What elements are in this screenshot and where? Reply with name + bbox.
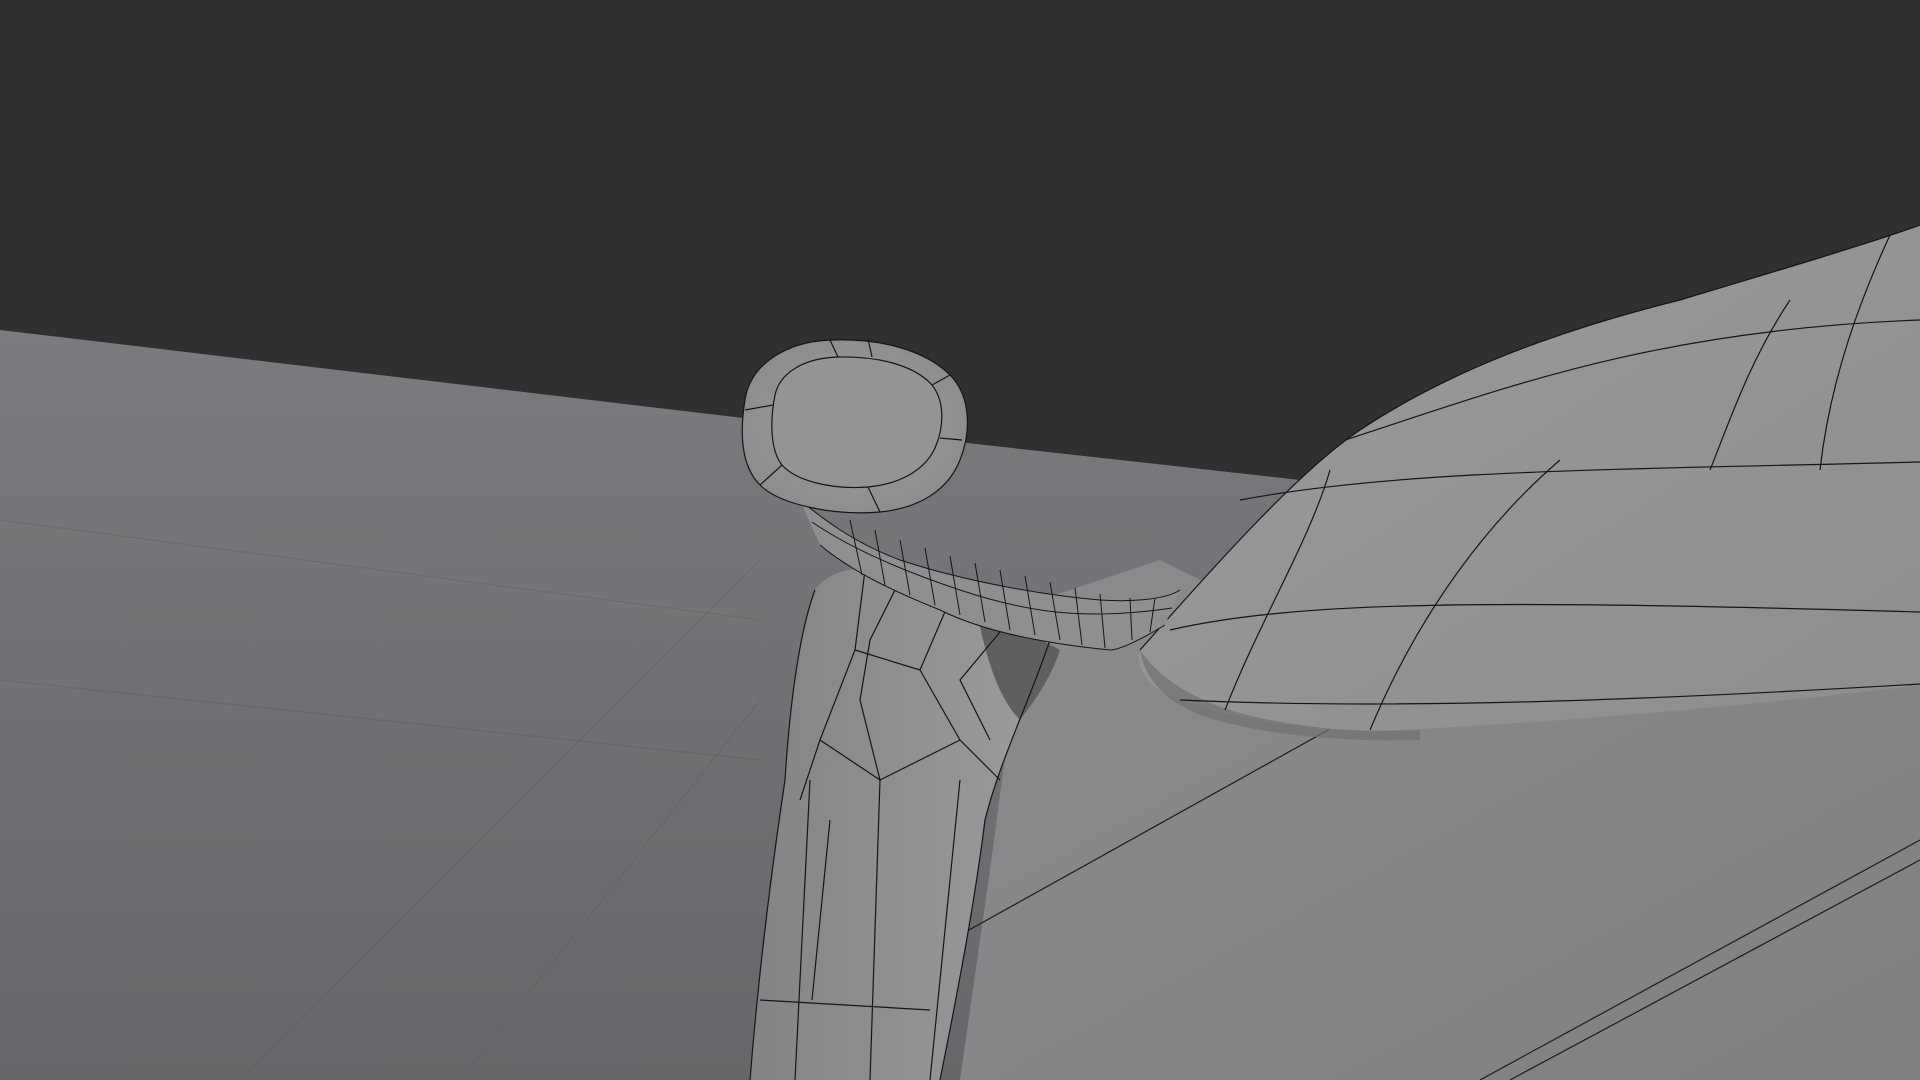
mirror-glass xyxy=(771,356,942,488)
viewport-canvas[interactable] xyxy=(0,0,1920,1080)
3d-viewport[interactable] xyxy=(0,0,1920,1080)
